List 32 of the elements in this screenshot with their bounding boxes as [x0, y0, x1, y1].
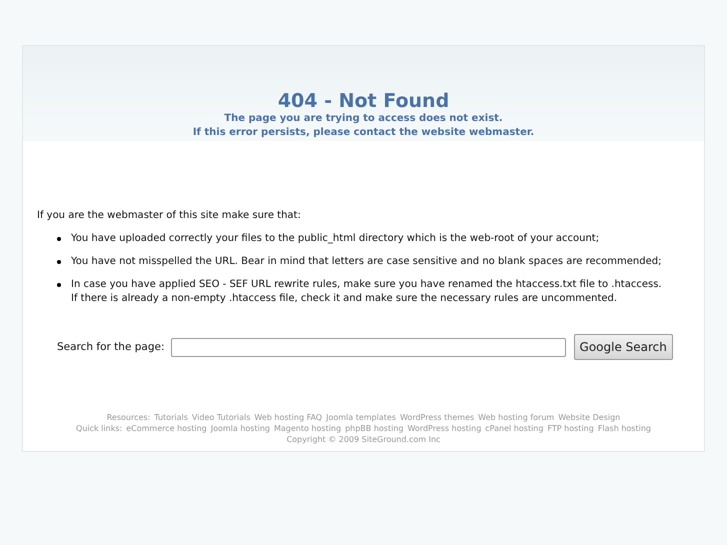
footer-link[interactable]: Website Design	[558, 412, 620, 423]
search-field[interactable]	[170, 338, 566, 356]
google-search-button[interactable]: Google Search	[574, 334, 673, 360]
checklist-text: You have uploaded correctly your files to the public_html directory which is the web-root of your account;	[71, 232, 600, 246]
footer-link[interactable]: Video Tutorials	[192, 412, 250, 423]
footer-link[interactable]: Tutorials	[154, 412, 188, 423]
subtitle: If this error persists, please contact the website webmaster.	[192, 126, 534, 140]
intro-text: If you are the webmaster of this site make sure that:	[37, 209, 302, 223]
checklist-text: You have not misspelled the URL. Bear in mind that letters are case sensitive and no blank spaces are recommended;	[71, 255, 662, 269]
footer-link[interactable]: Flash hosting	[598, 423, 651, 434]
copyright-text: Copyright © 2009 SiteGround.com Inc	[286, 434, 440, 445]
footer-link[interactable]: FTP hosting	[547, 423, 594, 434]
footer-link[interactable]: phpBB hosting	[345, 423, 404, 434]
footer-link[interactable]: WordPress themes	[400, 412, 474, 423]
checklist-text: If there is already a non-empty .htaccess file, check it and make sure the necessary rules are uncommented.	[71, 292, 618, 306]
footer-label: Quick links:	[76, 423, 122, 434]
footer-link[interactable]: eCommerce hosting	[126, 423, 207, 434]
bullet-icon	[57, 260, 61, 264]
footer-link[interactable]: Joomla templates	[326, 412, 396, 423]
footer-link[interactable]: Web hosting FAQ	[254, 412, 322, 423]
page-title: 404 - Not Found	[278, 90, 450, 112]
bullet-icon	[57, 237, 61, 241]
subtitle: The page you are trying to access does not exist.	[224, 112, 503, 126]
footer-link[interactable]: WordPress hosting	[407, 423, 482, 434]
search-label: Search for the page:	[57, 340, 165, 354]
footer-link[interactable]: Magento hosting	[274, 423, 342, 434]
checklist-text: In case you have applied SEO - SEF URL rewrite rules, make sure you have renamed the htaccess.txt file to .htaccess.	[71, 278, 662, 292]
bullet-icon	[57, 283, 61, 287]
footer-link[interactable]: Web hosting forum	[478, 412, 554, 423]
footer-link[interactable]: cPanel hosting	[485, 423, 544, 434]
footer-label: Resources:	[106, 412, 150, 423]
footer-link[interactable]: Joomla hosting	[210, 423, 270, 434]
